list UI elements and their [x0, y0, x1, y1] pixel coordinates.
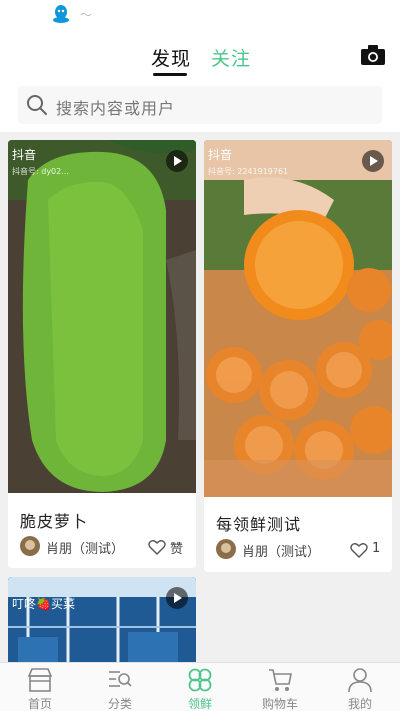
- qq-icon: [53, 5, 69, 23]
- tiktok-id: 抖音号: dy02...: [12, 167, 69, 176]
- cart-icon: [269, 669, 292, 691]
- status-bar: 〜: [0, 0, 400, 30]
- user-icon: [348, 668, 372, 693]
- nav-item-lingxian[interactable]: 领鲜: [160, 663, 240, 711]
- nav-label: 首页: [27, 697, 52, 711]
- overlay-text: 叮咚🍓买菜: [12, 597, 75, 611]
- nav-item-category[interactable]: 分类: [80, 663, 160, 711]
- author-name: 肖朋（测试）: [242, 545, 321, 560]
- store-icon: [27, 668, 53, 692]
- tiktok-watermark: 抖音: [12, 148, 37, 162]
- video-thumbnail[interactable]: 叮咚🍓买菜: [8, 577, 196, 667]
- nav-label: 领鲜: [187, 697, 212, 711]
- like-count: 1: [372, 541, 381, 556]
- heart-icon: [148, 540, 166, 555]
- category-icon: [109, 671, 132, 687]
- tiktok-watermark: 抖音: [208, 148, 233, 162]
- camera-icon[interactable]: [361, 45, 385, 65]
- active-tab-indicator: [153, 73, 187, 76]
- like-label: 赞: [170, 542, 184, 557]
- top-header: 发现 关注: [0, 30, 400, 80]
- feed-card[interactable]: 抖音 抖音号: 2241919761 每领鲜测试 肖朋（测试） 1: [204, 140, 392, 572]
- search-icon: [27, 95, 47, 115]
- tab-discover[interactable]: 发现: [151, 44, 191, 71]
- card-title: 脆皮萝卜: [20, 512, 89, 531]
- avatar: [20, 536, 40, 556]
- author-name: 肖朋（测试）: [46, 542, 125, 557]
- search-bar: 搜索内容或用户: [0, 80, 400, 132]
- radish-image: [8, 140, 196, 493]
- video-thumbnail[interactable]: 抖音 抖音号: 2241919761: [204, 140, 392, 497]
- avatar: [216, 539, 236, 559]
- nav-item-home[interactable]: 首页: [0, 663, 80, 711]
- card-title: 每领鲜测试: [216, 515, 302, 534]
- tiktok-id: 抖音号: 2241919761: [208, 167, 289, 176]
- play-icon[interactable]: [166, 587, 188, 609]
- search-input[interactable]: 搜索内容或用户: [18, 86, 382, 124]
- video-thumbnail[interactable]: 抖音 抖音号: dy02...: [8, 140, 196, 493]
- nav-item-mine[interactable]: 我的: [320, 663, 400, 711]
- nav-label: 分类: [107, 697, 132, 711]
- tab-follow[interactable]: 关注: [211, 44, 251, 71]
- notification-glyph: 〜: [80, 8, 93, 22]
- clover-icon: [188, 668, 212, 692]
- nav-item-cart[interactable]: 购物车: [240, 663, 320, 711]
- heart-icon: [350, 543, 368, 558]
- feed-card[interactable]: 叮咚🍓买菜: [8, 577, 196, 667]
- feed-card[interactable]: 抖音 抖音号: dy02... 脆皮萝卜 肖朋（测试） 赞: [8, 140, 196, 568]
- bottom-nav: 首页 分类 领鲜 购物车 我的: [0, 662, 400, 711]
- search-placeholder: 搜索内容或用户: [56, 99, 176, 118]
- play-icon[interactable]: [362, 150, 384, 172]
- nav-label: 购物车: [261, 697, 298, 711]
- orange-image: [204, 140, 392, 497]
- nav-label: 我的: [347, 697, 372, 711]
- play-icon[interactable]: [166, 150, 188, 172]
